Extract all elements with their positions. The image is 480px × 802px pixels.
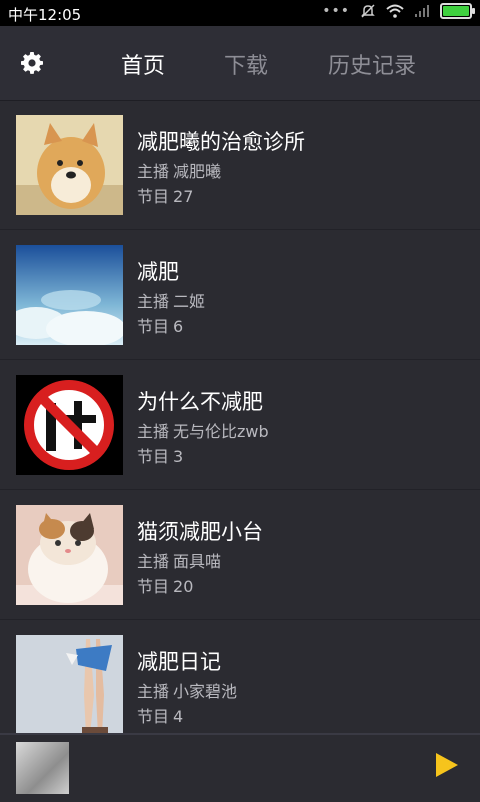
program-cover-image — [16, 635, 123, 733]
program-episodes: 节目 3 — [137, 447, 184, 466]
episode-count: 20 — [173, 577, 194, 596]
now-playing-cover[interactable] — [16, 742, 69, 794]
program-cover-image — [16, 115, 123, 215]
status-time: 中午12:05 — [8, 6, 82, 24]
episode-count: 6 — [173, 317, 184, 336]
signal-icon — [415, 5, 429, 17]
list-item[interactable]: 为什么不减肥 主播 无与伦比zwb 节目 3 — [0, 360, 480, 490]
program-host: 主播 二姬 — [137, 292, 206, 311]
host-name: 二姬 — [173, 292, 206, 311]
program-episodes: 节目 6 — [137, 317, 184, 336]
program-host: 主播 面具喵 — [137, 552, 222, 571]
settings-gear-icon[interactable] — [20, 51, 44, 75]
program-cover-image — [16, 245, 123, 345]
tab-downloads[interactable]: 下载 — [224, 48, 268, 80]
battery-icon — [440, 3, 475, 19]
program-title: 减肥曦的治愈诊所 — [137, 130, 305, 154]
mute-bell-icon — [361, 4, 375, 18]
program-cover-image — [16, 375, 123, 475]
list-item[interactable]: 减肥 主播 二姬 节目 6 — [0, 230, 480, 360]
program-title: 猫须减肥小台 — [137, 520, 263, 544]
status-bar: 中午12:05 ••• — [0, 0, 480, 26]
tab-history[interactable]: 历史记录 — [328, 48, 416, 80]
program-episodes: 节目 4 — [137, 707, 184, 726]
list-item[interactable]: 减肥日记 主播 小家碧池 节目 4 — [0, 620, 480, 733]
host-name: 小家碧池 — [173, 682, 238, 701]
top-nav-bar: 首页 下载 历史记录 — [0, 26, 480, 100]
program-title: 减肥日记 — [137, 650, 221, 674]
program-cover-image — [16, 505, 123, 605]
wifi-icon — [386, 4, 404, 18]
status-icons: ••• — [322, 3, 475, 19]
program-episodes: 节目 27 — [137, 187, 194, 206]
program-host: 主播 减肥曦 — [137, 162, 222, 181]
host-name: 减肥曦 — [173, 162, 222, 181]
episode-count: 27 — [173, 187, 194, 206]
program-title: 为什么不减肥 — [137, 390, 263, 414]
battery-level — [443, 6, 469, 16]
program-host: 主播 无与伦比zwb — [137, 422, 269, 441]
program-list: 减肥曦的治愈诊所 主播 减肥曦 节目 27 减肥 主播 二姬 节目 6 为什么不… — [0, 100, 480, 733]
tab-home[interactable]: 首页 — [121, 48, 165, 80]
program-episodes: 节目 20 — [137, 577, 194, 596]
more-dots-icon: ••• — [322, 3, 350, 19]
episode-count: 4 — [173, 707, 184, 726]
program-title: 减肥 — [137, 260, 179, 284]
list-item[interactable]: 减肥曦的治愈诊所 主播 减肥曦 节目 27 — [0, 100, 480, 230]
mini-player-bar — [0, 733, 480, 802]
episode-count: 3 — [173, 447, 184, 466]
play-icon[interactable] — [436, 753, 458, 777]
list-item[interactable]: 猫须减肥小台 主播 面具喵 节目 20 — [0, 490, 480, 620]
host-name: 无与伦比zwb — [173, 422, 269, 441]
host-name: 面具喵 — [173, 552, 222, 571]
program-host: 主播 小家碧池 — [137, 682, 238, 701]
